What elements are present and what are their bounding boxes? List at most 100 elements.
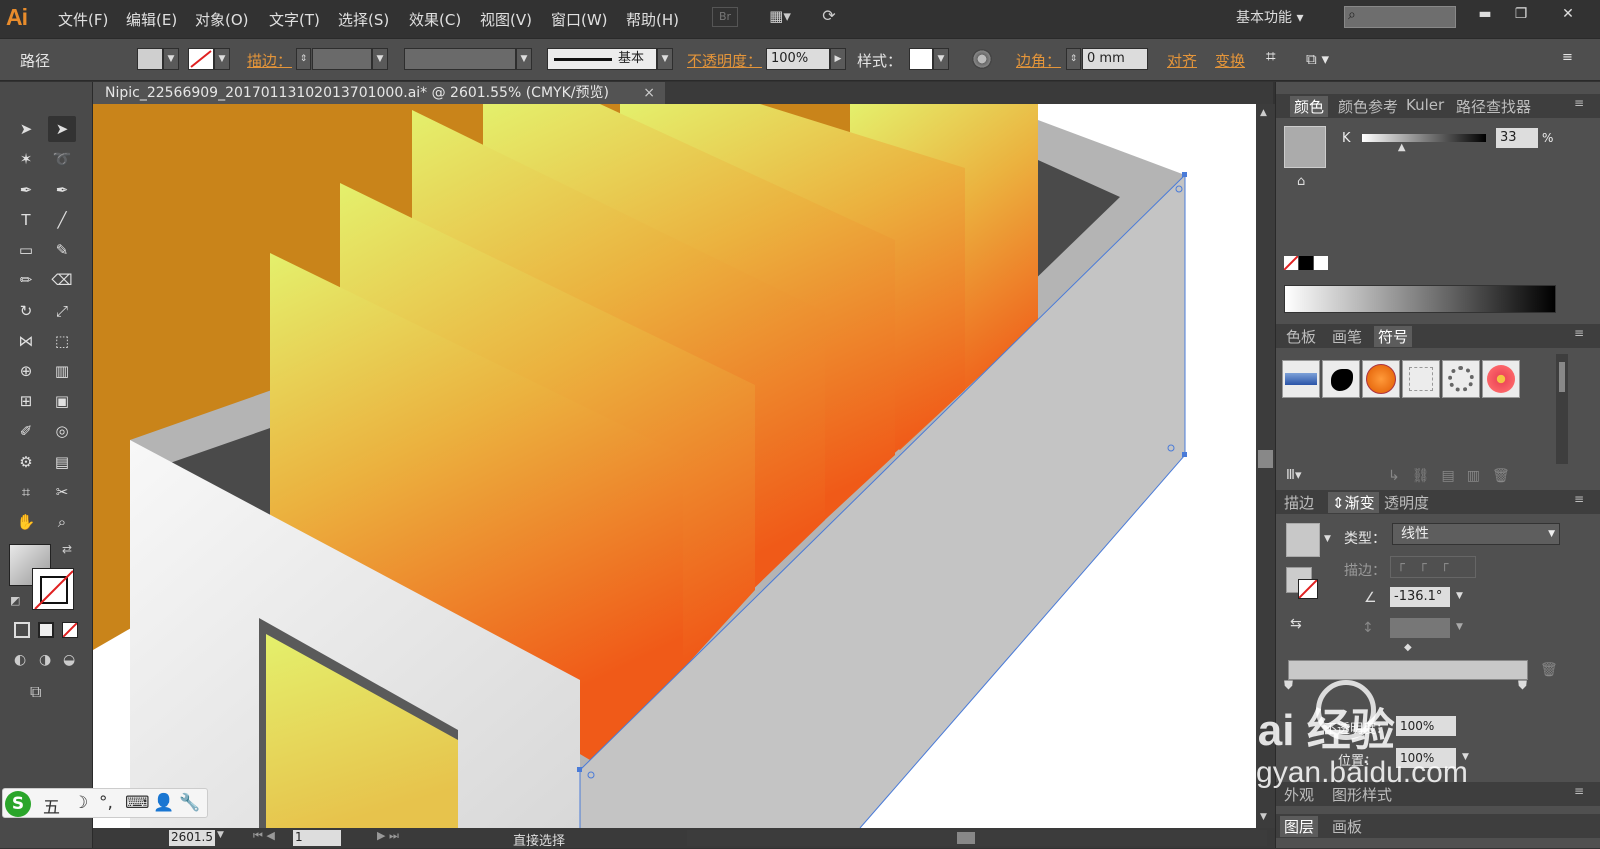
- gradient-mode-icon[interactable]: [38, 622, 54, 638]
- align-link[interactable]: 对齐: [1167, 50, 1197, 71]
- stroke-label[interactable]: 描边：: [247, 50, 292, 71]
- hand-tool-icon[interactable]: ✋: [12, 509, 40, 535]
- default-colors-icon[interactable]: ◩: [10, 594, 20, 607]
- tab-transparency[interactable]: 透明度: [1384, 492, 1429, 513]
- aspect-dropdown[interactable]: ▼: [1456, 622, 1463, 632]
- draw-behind-icon[interactable]: ◑: [39, 652, 51, 668]
- paintbrush-tool-icon[interactable]: ✎: [48, 237, 76, 263]
- tab-artboards[interactable]: 画板: [1332, 816, 1362, 837]
- magic-wand-tool-icon[interactable]: ✶: [12, 146, 40, 172]
- brush-dropdown[interactable]: ▼: [657, 48, 673, 70]
- isolate-icon[interactable]: ⌗: [1266, 47, 1276, 67]
- graphic-style-swatch[interactable]: [909, 48, 933, 70]
- pen-tool-icon[interactable]: ✒: [12, 177, 40, 203]
- curvature-tool-icon[interactable]: ✒: [48, 177, 76, 203]
- gradient-midpoint-diamond[interactable]: ◆: [1404, 642, 1412, 653]
- punctuation-icon[interactable]: °,: [99, 793, 113, 813]
- page-field[interactable]: 1: [293, 830, 341, 846]
- menu-effect[interactable]: 效果(C): [409, 9, 461, 30]
- tab-color-guide[interactable]: 颜色参考: [1338, 96, 1398, 117]
- symbol-library-icon[interactable]: Ⅲ▾: [1286, 468, 1302, 483]
- corner-label[interactable]: 边角：: [1016, 50, 1061, 71]
- angle-dropdown[interactable]: ▼: [1456, 591, 1463, 601]
- gradient-stop-right[interactable]: ⛊: [1518, 678, 1527, 693]
- gradient-type-select[interactable]: 线性 ▼: [1392, 523, 1560, 545]
- vertical-scrollbar[interactable]: ▲ ▼: [1256, 104, 1275, 828]
- draw-normal-icon[interactable]: ◐: [14, 652, 26, 668]
- user-icon[interactable]: 👤: [153, 793, 174, 813]
- artboard-tool-icon[interactable]: ⌗: [12, 479, 40, 505]
- stroke-weight-dropdown[interactable]: ▼: [372, 48, 388, 70]
- menu-type[interactable]: 文字(T): [269, 9, 320, 30]
- tab-color[interactable]: 颜色: [1290, 96, 1329, 117]
- tab-graphic-styles[interactable]: 图形样式: [1332, 784, 1392, 805]
- pencil-tool-icon[interactable]: ✏: [12, 267, 40, 293]
- transform-link[interactable]: 变换: [1215, 50, 1245, 71]
- control-panel-menu-icon[interactable]: ≡: [1562, 50, 1573, 65]
- draw-inside-icon[interactable]: ◒: [63, 652, 75, 668]
- stroke-none-swatch[interactable]: [188, 48, 214, 70]
- bridge-button[interactable]: Br: [712, 7, 738, 27]
- ime-toolbar[interactable]: S 五 ☽ °, ⌨ 👤 🔧: [2, 788, 208, 818]
- panel-menu-icon[interactable]: ≡: [1574, 784, 1584, 798]
- keyboard-icon[interactable]: ⌨: [125, 793, 150, 813]
- aspect-ratio-field[interactable]: [1390, 618, 1450, 638]
- gradient-stop-left[interactable]: ⛊: [1284, 678, 1293, 693]
- wrench-icon[interactable]: 🔧: [179, 793, 200, 813]
- menu-edit[interactable]: 编辑(E): [126, 9, 177, 30]
- recolor-artwork-icon[interactable]: [972, 49, 992, 69]
- free-transform-tool-icon[interactable]: ⬚: [48, 328, 76, 354]
- corner-field[interactable]: 0 mm: [1082, 48, 1148, 70]
- menu-select[interactable]: 选择(S): [338, 9, 389, 30]
- scroll-thumb[interactable]: [1258, 450, 1273, 468]
- stroke-weight-field[interactable]: [312, 48, 372, 70]
- close-button[interactable]: ✕: [1554, 3, 1582, 25]
- width-tool-icon[interactable]: ⋈: [12, 328, 40, 354]
- panel-menu-icon[interactable]: ≡: [1574, 326, 1584, 340]
- gradient-preview-swatch[interactable]: [1286, 523, 1320, 557]
- type-tool-icon[interactable]: T: [12, 207, 40, 233]
- page-next-icons[interactable]: ▶ ⏭: [377, 829, 399, 843]
- rectangle-tool-icon[interactable]: ▭: [12, 237, 40, 263]
- menu-help[interactable]: 帮助(H): [626, 9, 679, 30]
- symbol-sprayer-tool-icon[interactable]: ⚙: [12, 449, 40, 475]
- symbol-blue-banner[interactable]: [1282, 360, 1320, 398]
- panel-menu-icon[interactable]: ≡: [1574, 96, 1584, 110]
- perspective-grid-tool-icon[interactable]: ▥: [48, 358, 76, 384]
- gradient-stroke-none-icon[interactable]: [1298, 579, 1318, 599]
- tab-symbols[interactable]: 符号: [1374, 326, 1413, 347]
- stroke-gradient-buttons[interactable]: ┌┌┌: [1390, 556, 1476, 578]
- tab-layers[interactable]: 图层: [1280, 816, 1319, 837]
- scale-tool-icon[interactable]: ⤢: [48, 298, 76, 324]
- arrange-documents-icon[interactable]: ▦▾: [762, 7, 798, 27]
- brush-definition[interactable]: 基本: [547, 48, 657, 70]
- moon-icon[interactable]: ☽: [73, 793, 88, 813]
- gradient-slider[interactable]: [1288, 660, 1528, 680]
- slice-tool-icon[interactable]: ✂: [48, 479, 76, 505]
- none-swatch[interactable]: [1283, 255, 1299, 271]
- menu-object[interactable]: 对象(O): [195, 9, 249, 30]
- graphic-style-dropdown[interactable]: ▼: [933, 48, 949, 70]
- eraser-tool-icon[interactable]: ⌫: [48, 267, 76, 293]
- line-tool-icon[interactable]: ╱: [48, 207, 76, 233]
- ime-mode-label[interactable]: 五: [43, 793, 60, 818]
- stroke-weight-stepper[interactable]: ⇕: [296, 48, 311, 70]
- symbol-dotted-frame[interactable]: [1402, 360, 1440, 398]
- stroke-dropdown[interactable]: ▼: [214, 48, 230, 70]
- symbol-chain-ring[interactable]: [1442, 360, 1480, 398]
- gradient-angle-field[interactable]: -136.1°: [1390, 587, 1450, 607]
- corner-stepper[interactable]: ⇕: [1066, 48, 1081, 70]
- menu-file[interactable]: 文件(F): [58, 9, 108, 30]
- document-tab[interactable]: Nipic_22566909_20170113102013701000.ai* …: [93, 82, 665, 104]
- zoom-dropdown[interactable]: ▼: [217, 830, 224, 840]
- minimize-button[interactable]: ▬: [1471, 3, 1499, 25]
- page-nav-icons[interactable]: ⏮ ◀: [253, 829, 275, 843]
- tab-stroke[interactable]: 描边: [1284, 492, 1314, 513]
- anchor-point[interactable]: [1182, 172, 1187, 177]
- symbol-ink-splat[interactable]: [1322, 360, 1360, 398]
- gradient-location-field[interactable]: 100%: [1396, 748, 1456, 768]
- opacity-field[interactable]: 100%: [766, 48, 830, 70]
- direct-selection-tool-icon[interactable]: ➤: [48, 116, 76, 142]
- column-graph-tool-icon[interactable]: ▤: [48, 449, 76, 475]
- k-slider-thumb[interactable]: ▲: [1398, 142, 1406, 153]
